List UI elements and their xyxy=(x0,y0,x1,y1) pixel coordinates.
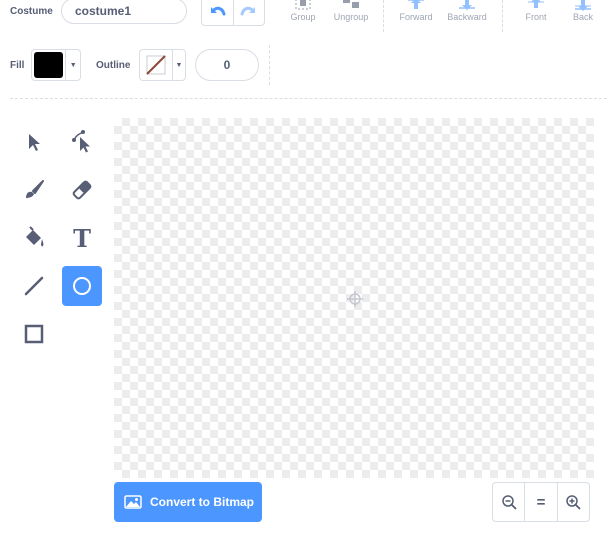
text-icon: T xyxy=(73,223,91,253)
front-icon xyxy=(528,0,544,8)
back-button[interactable]: Back xyxy=(568,0,598,22)
zoom-out-button[interactable] xyxy=(493,483,524,521)
outline-color-picker[interactable]: ▼ xyxy=(139,49,186,81)
tool-text[interactable]: T xyxy=(62,218,102,258)
zoom-controls: = xyxy=(492,482,590,522)
eraser-icon xyxy=(72,180,92,200)
crosshair-icon xyxy=(347,291,363,307)
paint-bucket-icon xyxy=(26,226,44,247)
outline-dropdown-caret: ▼ xyxy=(172,50,185,80)
zoom-reset-button[interactable]: = xyxy=(524,483,556,521)
front-button[interactable]: Front xyxy=(520,0,552,22)
back-label: Back xyxy=(572,12,593,22)
circle-icon xyxy=(73,277,91,295)
redo-icon xyxy=(240,6,255,16)
fill-dropdown-caret: ▼ xyxy=(65,50,80,80)
group-icon xyxy=(295,0,311,10)
toolbar-divider xyxy=(383,0,384,32)
select-icon xyxy=(29,134,40,151)
no-color-icon xyxy=(142,52,170,78)
redo-button[interactable] xyxy=(232,0,265,25)
zoom-in-icon xyxy=(566,495,581,510)
back-icon xyxy=(575,0,591,11)
tool-eraser[interactable] xyxy=(62,170,102,210)
backward-icon xyxy=(459,0,475,10)
group-label: Group xyxy=(290,12,316,22)
convert-to-bitmap-button[interactable]: Convert to Bitmap xyxy=(114,482,262,522)
zoom-out-icon xyxy=(501,495,517,510)
tool-fill[interactable] xyxy=(14,218,54,258)
tool-line[interactable] xyxy=(14,266,54,306)
tool-rectangle[interactable] xyxy=(14,314,54,354)
paint-canvas[interactable] xyxy=(114,118,594,478)
rectangle-icon xyxy=(24,324,44,344)
group-button[interactable]: Group xyxy=(287,0,319,22)
forward-button[interactable]: Forward xyxy=(396,0,436,22)
backward-label: Backward xyxy=(447,12,487,22)
reshape-icon xyxy=(72,130,90,153)
tool-select[interactable] xyxy=(14,122,54,162)
undo-icon xyxy=(211,6,226,16)
toolbar-divider xyxy=(502,0,503,32)
convert-to-bitmap-label: Convert to Bitmap xyxy=(150,495,255,509)
tool-brush[interactable] xyxy=(14,170,54,210)
fill-color-picker[interactable]: ▼ xyxy=(31,49,81,81)
undo-redo-group xyxy=(201,0,265,26)
fill-color-swatch xyxy=(34,52,64,78)
toolbar-separator xyxy=(10,98,607,99)
tool-reshape[interactable] xyxy=(62,122,102,162)
brush-icon xyxy=(26,180,44,198)
toolbar-divider xyxy=(269,45,270,85)
outline-label: Outline xyxy=(96,60,131,71)
line-icon xyxy=(24,276,44,296)
image-icon xyxy=(124,495,142,509)
undo-button[interactable] xyxy=(202,0,233,25)
ungroup-label: Ungroup xyxy=(333,12,369,22)
fill-label: Fill xyxy=(10,60,25,71)
tool-circle[interactable] xyxy=(62,266,102,306)
costume-label: Costume xyxy=(10,6,53,17)
outline-width-input[interactable]: 0 xyxy=(195,49,259,81)
ungroup-button[interactable]: Ungroup xyxy=(330,0,372,22)
ungroup-icon xyxy=(343,0,359,8)
zoom-reset-icon: = xyxy=(536,493,546,511)
forward-icon xyxy=(408,0,424,9)
backward-button[interactable]: Backward xyxy=(443,0,491,22)
front-label: Front xyxy=(525,12,547,22)
costume-name-input[interactable]: costume1 xyxy=(61,0,187,24)
forward-label: Forward xyxy=(399,12,433,22)
zoom-in-button[interactable] xyxy=(556,483,589,521)
